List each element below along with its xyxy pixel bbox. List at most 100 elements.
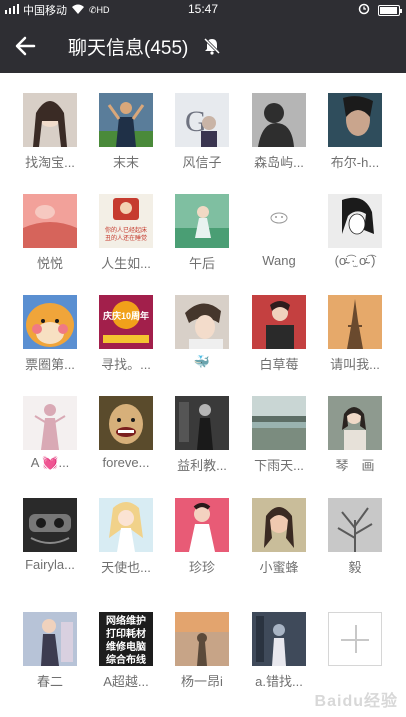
member-item[interactable]: 小蜜蜂 [241, 478, 317, 574]
avatar[interactable] [175, 194, 229, 248]
avatar[interactable]: 网络维护打印耗材维修电脑综合布线 [99, 612, 153, 666]
avatar[interactable] [23, 498, 77, 552]
member-item[interactable]: a.错找... [241, 592, 317, 688]
avatar[interactable] [175, 396, 229, 450]
member-item[interactable]: 末末 [88, 73, 164, 169]
member-item[interactable]: foreve... [88, 376, 164, 470]
member-item[interactable]: 春二 [12, 592, 88, 688]
member-item[interactable]: 杨一昂i [164, 592, 240, 688]
back-arrow-icon[interactable] [12, 32, 40, 60]
avatar[interactable] [23, 93, 77, 147]
member-item[interactable]: 票圈第... [12, 275, 88, 371]
member-item[interactable]: 益利教... [164, 376, 240, 472]
avatar[interactable]: G [175, 93, 229, 147]
member-name: 末末 [112, 155, 139, 169]
avatar[interactable] [175, 612, 229, 666]
member-name: 布尔-h... [330, 155, 380, 169]
avatar[interactable] [252, 194, 306, 248]
member-grid: 找淘宝... 末末 G 风信子 森岛屿... 布尔-h... 悦悦 你的人已经起… [0, 73, 406, 717]
member-item[interactable]: 你的人已经起床丑的人还在睡觉 人生如... [88, 174, 164, 270]
avatar[interactable] [23, 295, 77, 349]
member-item[interactable]: (ơ̴̴͡ ·̫ ơ̴̴͡ ) [317, 174, 393, 268]
avatar-caption: 庆庆10周年 [102, 310, 149, 321]
phone-icon: ✆ [89, 4, 97, 15]
member-name: 票圈第... [25, 357, 75, 371]
avatar[interactable] [328, 295, 382, 349]
avatar[interactable]: 庆庆10周年 [99, 295, 153, 349]
avatar[interactable]: 你的人已经起床丑的人还在睡觉 [99, 194, 153, 248]
member-item[interactable]: 森岛屿... [241, 73, 317, 169]
avatar[interactable] [23, 612, 77, 666]
member-item[interactable]: 请叫我... [317, 275, 393, 371]
member-item[interactable]: 悦悦 [12, 174, 88, 270]
member-item[interactable]: 琴 画 [317, 376, 393, 472]
avatar[interactable] [328, 194, 382, 248]
member-name: Fairyla... [25, 557, 75, 572]
avatar[interactable] [252, 612, 306, 666]
avatar[interactable] [252, 498, 306, 552]
add-member-item[interactable] [317, 592, 393, 682]
avatar[interactable] [252, 396, 306, 450]
avatar[interactable] [23, 194, 77, 248]
member-name: 下雨天... [254, 458, 304, 472]
wifi-icon [71, 3, 85, 17]
member-name: 风信子 [182, 155, 222, 169]
member-item[interactable]: Fairyla... [12, 478, 88, 572]
avatar[interactable] [328, 498, 382, 552]
member-name: 毅 [348, 560, 362, 574]
member-name: 珍珍 [188, 560, 215, 574]
member-name: 午后 [188, 256, 215, 270]
avatar[interactable] [175, 295, 229, 349]
member-name: 杨一昂i [181, 674, 223, 688]
battery-icon [378, 5, 402, 16]
member-item[interactable]: 天使也... [88, 478, 164, 574]
member-name: A超越... [103, 674, 149, 688]
title-bar: 聊天信息(455) [0, 18, 406, 73]
status-left: 中国移动 ✆HD [5, 2, 110, 18]
avatar[interactable] [252, 93, 306, 147]
avatar[interactable] [23, 396, 77, 450]
member-name: 🐳 [193, 354, 211, 369]
member-item[interactable]: 白草莓 [241, 275, 317, 371]
avatar[interactable] [99, 396, 153, 450]
carrier-label: 中国移动 [23, 5, 67, 17]
member-item[interactable]: 找淘宝... [12, 73, 88, 169]
member-item[interactable]: 🐳 [164, 275, 240, 369]
member-item[interactable]: A 💓... [12, 376, 88, 470]
member-item[interactable]: 网络维护打印耗材维修电脑综合布线 A超越... [88, 592, 164, 688]
member-name: (ơ̴̴͡ ·̫ ơ̴̴͡ ) [334, 253, 376, 268]
alarm-icon [358, 3, 370, 18]
signal-icon [5, 3, 19, 17]
avatar[interactable] [99, 498, 153, 552]
back-button[interactable] [12, 32, 42, 60]
member-name: 悦悦 [36, 256, 63, 270]
member-item[interactable]: 下雨天... [241, 376, 317, 472]
member-item[interactable]: 庆庆10周年 寻找。... [88, 275, 164, 371]
avatar[interactable] [175, 498, 229, 552]
avatar[interactable] [252, 295, 306, 349]
status-bar: 中国移动 ✆HD 15:47 [0, 0, 406, 18]
member-name: foreve... [102, 455, 150, 470]
member-item[interactable]: 珍珍 [164, 478, 240, 574]
status-right [358, 3, 402, 18]
watermark-logo: Baidu经验 [314, 693, 398, 710]
member-name: 请叫我... [330, 357, 380, 371]
member-item[interactable]: 毅 [317, 478, 393, 574]
member-name: 人生如... [101, 256, 151, 270]
member-name: 森岛屿... [254, 155, 304, 169]
member-item[interactable]: Wang [241, 174, 317, 268]
member-name: Wang [262, 253, 296, 268]
member-name: 找淘宝... [25, 155, 75, 169]
member-item[interactable]: 布尔-h... [317, 73, 393, 169]
member-name: A 💓... [30, 455, 70, 470]
avatar[interactable] [328, 93, 382, 147]
member-item[interactable]: G 风信子 [164, 73, 240, 169]
avatar[interactable] [99, 93, 153, 147]
avatar[interactable] [328, 396, 382, 450]
member-name: 琴 画 [335, 458, 375, 472]
member-item[interactable]: 午后 [164, 174, 240, 270]
member-name: 小蜜蜂 [259, 560, 299, 574]
page-title: 聊天信息(455) [68, 38, 189, 59]
member-name: 春二 [36, 674, 63, 688]
add-member-button[interactable] [328, 612, 382, 666]
